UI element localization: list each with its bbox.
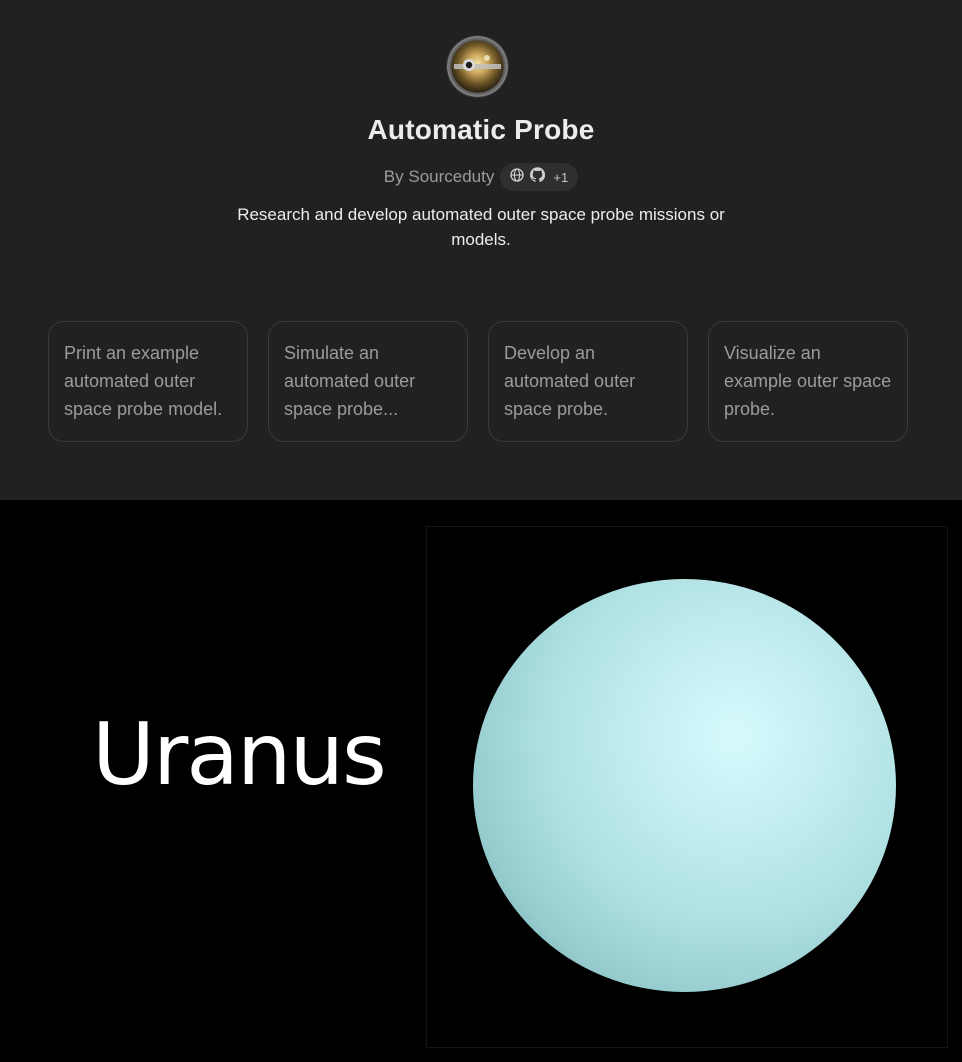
gpt-description: Research and develop automated outer spa… [237, 205, 725, 249]
conversation-starter[interactable]: Print an example automated outer space p… [48, 321, 248, 442]
probe-avatar-image [447, 36, 508, 97]
conversation-starter[interactable]: Visualize an example outer space probe. [708, 321, 908, 442]
conversation-starter[interactable]: Develop an automated outer space probe. [488, 321, 688, 442]
globe-icon[interactable] [510, 167, 525, 187]
gpt-avatar [447, 36, 508, 97]
uranus-planet [473, 579, 896, 992]
gpt-byline: By Sourceduty +1 [0, 161, 962, 193]
github-icon[interactable] [530, 167, 546, 187]
page: Automatic Probe By Sourceduty +1 Researc… [0, 0, 962, 1062]
conversation-starters: Print an example automated outer space p… [48, 321, 908, 442]
gpt-title: Automatic Probe [367, 114, 595, 145]
more-links-count[interactable]: +1 [553, 170, 568, 185]
gpt-header: Automatic Probe By Sourceduty +1 Researc… [0, 0, 962, 500]
conversation-starter[interactable]: Simulate an automated outer space probe.… [268, 321, 468, 442]
author-links[interactable]: +1 [500, 163, 579, 191]
uranus-label: Uranus [92, 705, 387, 805]
author-line: By Sourceduty [383, 167, 495, 186]
